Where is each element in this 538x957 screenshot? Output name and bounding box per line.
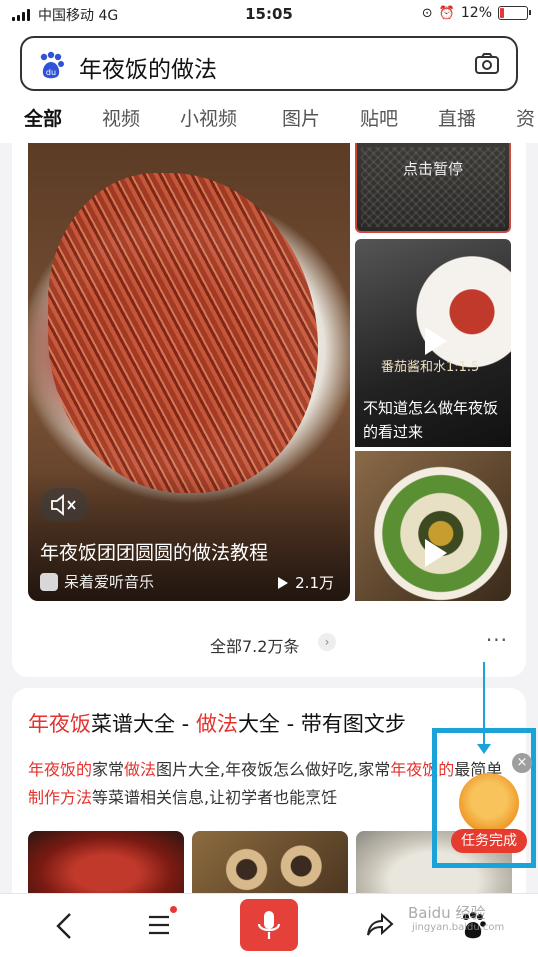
- video-overlay-text: 番茄酱和水1:1.5: [381, 360, 480, 375]
- baidu-paw-icon: du: [40, 51, 64, 79]
- task-complete-badge[interactable]: 任务完成: [451, 829, 527, 853]
- tab-live[interactable]: 直播: [438, 104, 476, 131]
- video-more-row: 全部7.2万条 › ···: [12, 620, 526, 666]
- video-title[interactable]: 年夜饭团团圆圆的做法教程: [40, 538, 268, 565]
- recipe-image-1[interactable]: [28, 831, 184, 898]
- battery-icon: [498, 6, 531, 20]
- menu-icon[interactable]: [147, 912, 173, 938]
- tab-tieba[interactable]: 贴吧: [360, 104, 398, 131]
- all-results-link[interactable]: 全部7.2万条: [210, 633, 299, 657]
- chevron-right-icon[interactable]: ›: [318, 633, 336, 651]
- tab-short-video[interactable]: 小视频: [180, 104, 237, 131]
- recipe-image-2[interactable]: [192, 831, 348, 898]
- tab-more[interactable]: 资: [516, 104, 535, 131]
- mascot-icon: [459, 773, 519, 833]
- camera-icon[interactable]: [474, 52, 500, 76]
- play-icon: [425, 327, 447, 355]
- rotation-lock-icon: ⊙: [421, 5, 433, 21]
- tab-images[interactable]: 图片: [282, 104, 320, 131]
- tab-video[interactable]: 视频: [102, 104, 140, 131]
- task-widget[interactable]: × 任务完成: [432, 728, 536, 868]
- main-video[interactable]: 年夜饭团团圆圆的做法教程 呆着爱听音乐 2.1万: [28, 143, 350, 601]
- back-icon[interactable]: [54, 912, 74, 940]
- search-input[interactable]: 年夜饭的做法: [79, 50, 217, 84]
- svg-text:du: du: [46, 68, 56, 77]
- result-title[interactable]: 年夜饭菜谱大全 - 做法大全 - 带有图文步: [28, 708, 406, 738]
- play-icon: [425, 539, 447, 567]
- status-bar: 中国移动 4G 15:05 ⊙ ⏰ 12%: [0, 0, 538, 30]
- close-icon[interactable]: ×: [512, 753, 532, 773]
- avatar: [40, 572, 58, 591]
- notification-dot: [170, 906, 177, 913]
- video-thumb-2[interactable]: 番茄酱和水1:1.5 不知道怎么做年夜饭的看过来: [355, 239, 511, 447]
- mute-icon[interactable]: [40, 488, 88, 522]
- more-options-icon[interactable]: ···: [486, 628, 508, 652]
- watermark: Baidu 经验: [408, 904, 486, 922]
- watermark-url: jingyan.baidu.com: [412, 922, 505, 933]
- video-thumb-1[interactable]: 点击暂停: [355, 143, 511, 233]
- video-thumb-title: 不知道怎么做年夜饭的看过来: [363, 399, 499, 441]
- play-count: 2.1万: [277, 572, 334, 593]
- pause-caption: 点击暂停: [402, 160, 463, 178]
- mic-icon[interactable]: [240, 899, 298, 951]
- share-icon[interactable]: [366, 911, 394, 939]
- play-icon: [278, 576, 289, 589]
- search-box[interactable]: du 年夜饭的做法: [20, 36, 518, 91]
- search-header: du 年夜饭的做法 全部 视频 小视频 图片 贴吧 直播 资: [0, 30, 538, 143]
- battery-percent: 12%: [460, 5, 492, 21]
- video-source: 呆着爱听音乐: [40, 571, 154, 592]
- alarm-icon: ⏰: [438, 5, 455, 21]
- video-thumb-3[interactable]: [355, 451, 511, 601]
- tab-all[interactable]: 全部: [24, 104, 62, 131]
